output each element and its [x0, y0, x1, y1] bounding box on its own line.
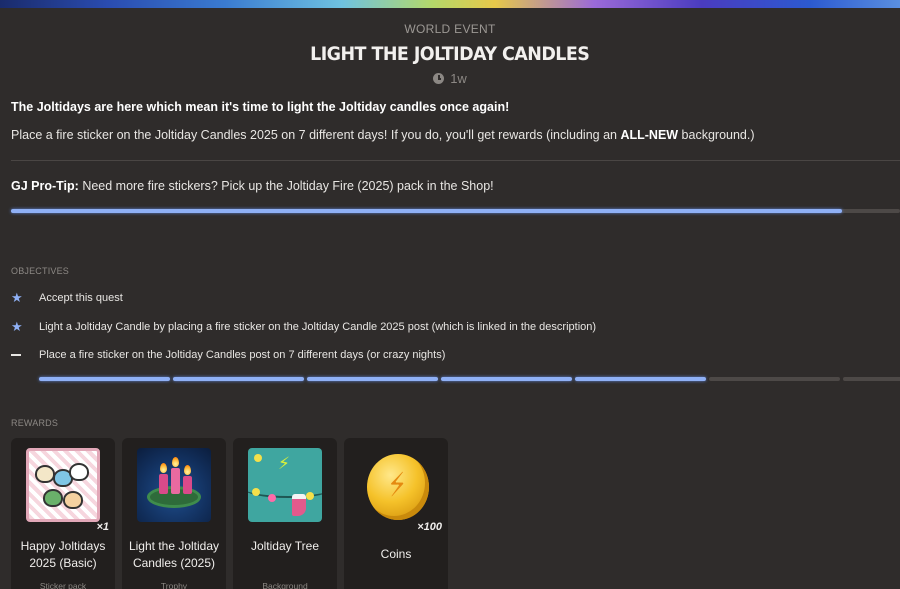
reward-card-trophy[interactable]: Light the Joltiday Candles (2025) Trophy	[122, 438, 226, 589]
reward-name: Light the Joltiday Candles (2025)	[128, 539, 220, 570]
reward-type: Sticker pack	[39, 581, 87, 589]
progress-segment	[441, 377, 572, 381]
reward-name: Joltiday Tree	[250, 539, 320, 553]
rewards-label: REWARDS	[11, 418, 59, 428]
description-body-suffix: background.)	[678, 128, 755, 142]
event-title: LIGHT THE JOLTIDAY CANDLES	[310, 43, 590, 65]
pro-tip: GJ Pro-Tip: Need more fire stickers? Pic…	[11, 179, 891, 193]
reward-name: Happy Joltidays 2025 (Basic)	[20, 539, 106, 570]
reward-type: Background	[262, 581, 308, 589]
reward-card-sticker-pack[interactable]: ×1 Happy Joltidays 2025 (Basic) Sticker …	[11, 438, 115, 589]
event-time-label: 1w	[450, 71, 467, 86]
star-icon: ★	[11, 319, 23, 334]
progress-segment	[39, 377, 170, 381]
objective-text: Place a fire sticker on the Joltiday Can…	[39, 349, 446, 361]
rewards-list: ×1 Happy Joltidays 2025 (Basic) Sticker …	[11, 438, 448, 589]
reward-name: Coins	[380, 547, 412, 561]
event-kind: WORLD EVENT	[404, 22, 496, 36]
description-body-prefix: Place a fire sticker on the Joltiday Can…	[11, 128, 621, 142]
event-header: WORLD EVENT LIGHT THE JOLTIDAY CANDLES 1…	[0, 22, 900, 86]
event-banner	[0, 0, 900, 8]
description-headline: The Joltidays are here which mean it's t…	[11, 100, 510, 114]
objective-progress-segments	[39, 377, 900, 381]
objectives-label: OBJECTIVES	[11, 266, 70, 276]
progress-segment	[307, 377, 438, 381]
description-body: Place a fire sticker on the Joltiday Can…	[11, 128, 891, 142]
description-divider	[11, 160, 900, 161]
pro-tip-text: Need more fire stickers? Pick up the Jol…	[78, 179, 494, 193]
trophy-image	[137, 448, 211, 522]
star-icon: ★	[11, 290, 23, 305]
overall-progress-fill	[11, 209, 843, 213]
dash-icon	[11, 354, 21, 356]
bolt-icon: ⚡	[278, 454, 290, 473]
objective-item: ★ Light a Joltiday Candle by placing a f…	[11, 320, 596, 333]
objective-item: ★ Accept this quest	[11, 291, 123, 304]
pro-tip-label: GJ Pro-Tip:	[11, 179, 79, 193]
reward-card-coins[interactable]: ⚡ ×100 Coins	[344, 438, 448, 589]
event-time: 1w	[0, 71, 900, 86]
reward-card-background[interactable]: ⚡ Joltiday Tree Background	[233, 438, 337, 589]
sticker-pack-image	[26, 448, 100, 522]
reward-type: Trophy	[160, 581, 188, 589]
progress-segment	[575, 377, 706, 381]
progress-segment	[709, 377, 840, 381]
background-image: ⚡	[248, 448, 322, 522]
progress-segment	[173, 377, 304, 381]
objective-item: Place a fire sticker on the Joltiday Can…	[11, 349, 445, 361]
clock-icon	[433, 73, 445, 84]
objective-text: Light a Joltiday Candle by placing a fir…	[39, 320, 597, 333]
coin-image: ⚡	[359, 448, 433, 522]
objective-text: Accept this quest	[39, 291, 123, 304]
description-body-emphasis: ALL-NEW	[620, 128, 679, 142]
reward-quantity: ×100	[417, 521, 442, 533]
overall-progress-bar	[11, 209, 900, 213]
reward-quantity: ×1	[96, 521, 109, 533]
progress-segment	[843, 377, 900, 381]
